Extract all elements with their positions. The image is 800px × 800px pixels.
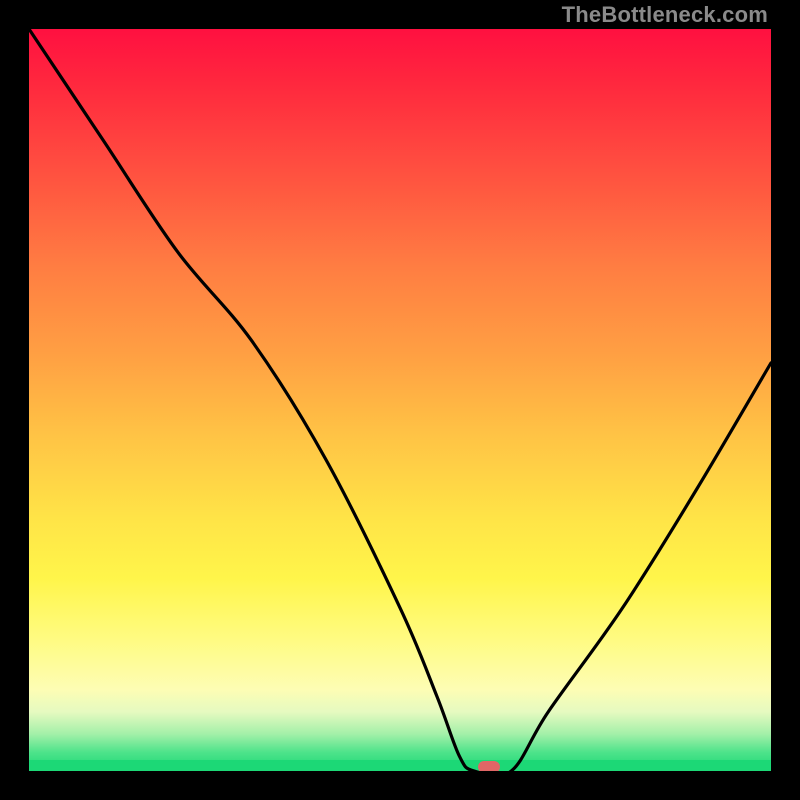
plot-area <box>29 29 771 771</box>
minimum-marker <box>478 761 500 771</box>
bottleneck-curve <box>29 29 771 771</box>
chart-frame: TheBottleneck.com <box>0 0 800 800</box>
watermark-text: TheBottleneck.com <box>562 2 768 28</box>
